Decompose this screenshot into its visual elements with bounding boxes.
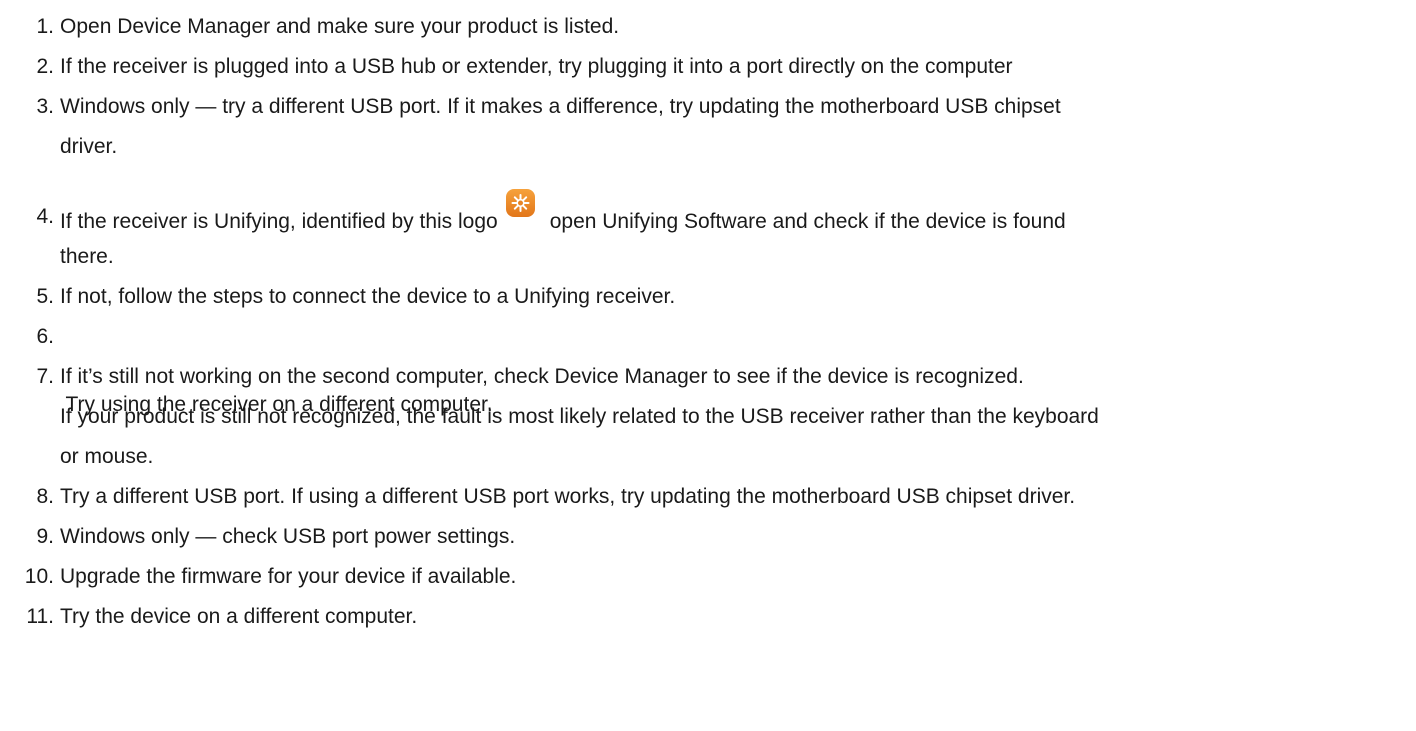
step-line: Try the device on a different computer.: [60, 605, 418, 628]
step-number: 10.: [24, 565, 54, 588]
step-text-before-logo: If the receiver is Unifying, identified …: [60, 210, 498, 233]
step-number: 3.: [36, 95, 54, 118]
step-number: 9.: [36, 525, 54, 548]
step-line: driver.: [60, 135, 118, 158]
step-line: Open Device Manager and make sure your p…: [60, 15, 620, 38]
step-line: If the receiver is Unifying, identified …: [60, 189, 1410, 240]
step-line: If not, follow the steps to connect the …: [60, 285, 676, 308]
step-text: If not, follow the steps to connect the …: [60, 280, 1410, 320]
step-number: 6.: [36, 325, 54, 348]
unifying-logo-svg: [505, 189, 535, 217]
step-text: Windows only — try a different USB port.…: [60, 90, 1410, 170]
step-text: Open Device Manager and make sure your p…: [60, 10, 1410, 50]
step-line: Upgrade the firmware for your device if …: [60, 565, 517, 588]
step-line: If the receiver is plugged into a USB hu…: [60, 55, 1013, 78]
step-line: Windows only — check USB port power sett…: [60, 525, 516, 548]
step-line: If your product is still not recognized,…: [60, 405, 1099, 428]
step-text: Upgrade the firmware for your device if …: [60, 560, 1410, 600]
step-line: If it’s still not working on the second …: [60, 365, 1024, 388]
step-text: Try a different USB port. If using a dif…: [60, 480, 1410, 520]
step-text: If the receiver is Unifying, identified …: [60, 189, 1410, 280]
step-number: 1.: [36, 15, 54, 38]
step-text: Windows only — check USB port power sett…: [60, 520, 1410, 560]
step-number: 7.: [36, 365, 54, 388]
step-number: 2.: [36, 55, 54, 78]
step-line: or mouse.: [60, 445, 154, 468]
step-number: 5.: [36, 285, 54, 308]
step-line: Try a different USB port. If using a dif…: [60, 485, 1076, 508]
unifying-logo-icon: [505, 188, 536, 218]
step-number: 4.: [36, 205, 54, 228]
step-text: If it’s still not working on the second …: [60, 360, 1410, 480]
step-text-after-logo: open Unifying Software and check if the …: [549, 210, 1066, 233]
step-number: 8.: [36, 485, 54, 508]
step-line: there.: [60, 245, 114, 268]
step-text: Try the device on a different computer.: [60, 600, 1410, 640]
step-line: Windows only — try a different USB port.…: [60, 95, 1061, 118]
step-number: 11.: [26, 605, 54, 628]
step-text: If the receiver is plugged into a USB hu…: [60, 50, 1410, 90]
